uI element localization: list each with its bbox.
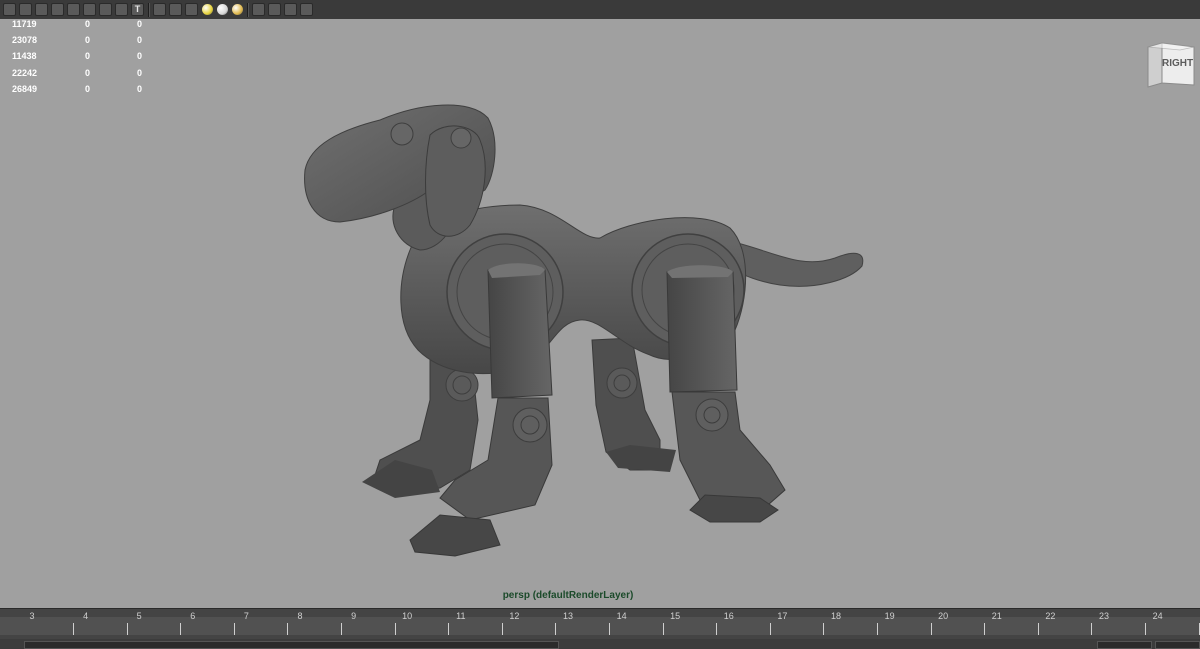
frame-tick — [73, 623, 74, 635]
frame-tick — [716, 623, 718, 635]
range-slider-bar[interactable] — [24, 641, 559, 649]
frame-tick — [823, 623, 825, 635]
frame-tick — [341, 623, 342, 635]
frame-tick — [287, 623, 289, 635]
text-icon[interactable]: T — [131, 3, 144, 16]
lighting-icon[interactable] — [232, 4, 243, 15]
xray-icon[interactable] — [268, 3, 281, 16]
frame-number: 20 — [938, 611, 949, 621]
range-slider[interactable] — [0, 639, 1200, 649]
frame-number: 10 — [402, 611, 413, 621]
frame-tick — [555, 623, 557, 635]
frame-tick — [448, 623, 450, 635]
cube-wire-icon[interactable] — [153, 3, 166, 16]
frame-number: 18 — [830, 611, 841, 621]
frame-number: 7 — [243, 611, 249, 621]
frame-number: 22 — [1045, 611, 1056, 621]
time-slider-track[interactable]: 3 4 5 6 7 8 9 10 11 12 13 14 15 16 17 18 19 20 21 22 23 24 — [0, 611, 1200, 635]
frame-tick — [501, 623, 503, 635]
frame-number: 15 — [670, 611, 681, 621]
frame-tick — [180, 623, 182, 635]
frame-tick — [984, 623, 986, 635]
frame-number: 4 — [83, 611, 89, 621]
checker-icon[interactable] — [185, 3, 198, 16]
frame-number: 11 — [456, 611, 466, 621]
range-start-field[interactable] — [1097, 641, 1152, 649]
frame-number: 24 — [1152, 611, 1163, 621]
frame-number: 6 — [190, 611, 196, 621]
frame-number: 8 — [297, 611, 303, 621]
share-icon[interactable] — [300, 3, 313, 16]
frame-tick — [877, 623, 878, 635]
shade-options-icon[interactable] — [67, 3, 80, 16]
lighting-icon[interactable] — [202, 4, 213, 15]
tail — [732, 241, 864, 287]
frame-tick — [394, 623, 396, 635]
frame-number: 17 — [777, 611, 788, 621]
frame-tick — [1091, 623, 1093, 635]
select-tool-icon[interactable] — [3, 3, 16, 16]
texture-icon[interactable] — [115, 3, 128, 16]
cube-shaded-icon[interactable] — [169, 3, 182, 16]
lighting-icon[interactable] — [217, 4, 228, 15]
range-end-field[interactable] — [1155, 641, 1200, 649]
eye-right — [450, 127, 472, 149]
frame-number: 9 — [351, 611, 357, 621]
frame-tick — [126, 623, 128, 635]
frame-number: 3 — [29, 611, 35, 621]
bounding-box-icon[interactable] — [99, 3, 112, 16]
camera-name-text: persp (defaultRenderLayer) — [502, 590, 634, 601]
frame-number: 21 — [991, 611, 1002, 621]
frame-number: 14 — [616, 611, 627, 621]
viewport-toolbar: T — [0, 0, 1200, 20]
frame-tick — [1145, 623, 1146, 635]
camera-label: persp (defaultRenderLayer) — [0, 590, 1200, 601]
frame-number: 23 — [1098, 611, 1109, 621]
frame-tick — [233, 623, 235, 635]
frame-number: 5 — [136, 611, 142, 621]
wireframe-icon[interactable] — [35, 3, 48, 16]
frame-number: 19 — [884, 611, 895, 621]
frame-tick — [930, 623, 932, 635]
grid-icon[interactable] — [284, 3, 297, 16]
isolate-select-icon[interactable] — [252, 3, 265, 16]
eye-left — [390, 122, 414, 146]
frame-tick — [1037, 623, 1039, 635]
frame-tick — [609, 623, 610, 635]
time-slider[interactable]: 3 4 5 6 7 8 9 10 11 12 13 14 15 16 17 18 19 20 21 22 23 24 — [0, 608, 1200, 639]
frame-tick — [1198, 623, 1200, 635]
lasso-icon[interactable] — [19, 3, 32, 16]
frame-number: 12 — [509, 611, 520, 621]
3d-viewport[interactable]: 11719 0 0 23078 0 0 11438 0 0 22242 0 0 26849 0 0 RIGH… — [0, 19, 1200, 608]
smooth-shade-icon[interactable] — [51, 3, 64, 16]
robot-dog-model[interactable] — [0, 19, 1200, 608]
frame-number: 16 — [723, 611, 734, 621]
flat-shade-icon[interactable] — [83, 3, 96, 16]
frame-tick — [769, 623, 771, 635]
frame-number: 13 — [562, 611, 573, 621]
frame-tick — [662, 623, 664, 635]
near-back-leg — [666, 265, 786, 523]
